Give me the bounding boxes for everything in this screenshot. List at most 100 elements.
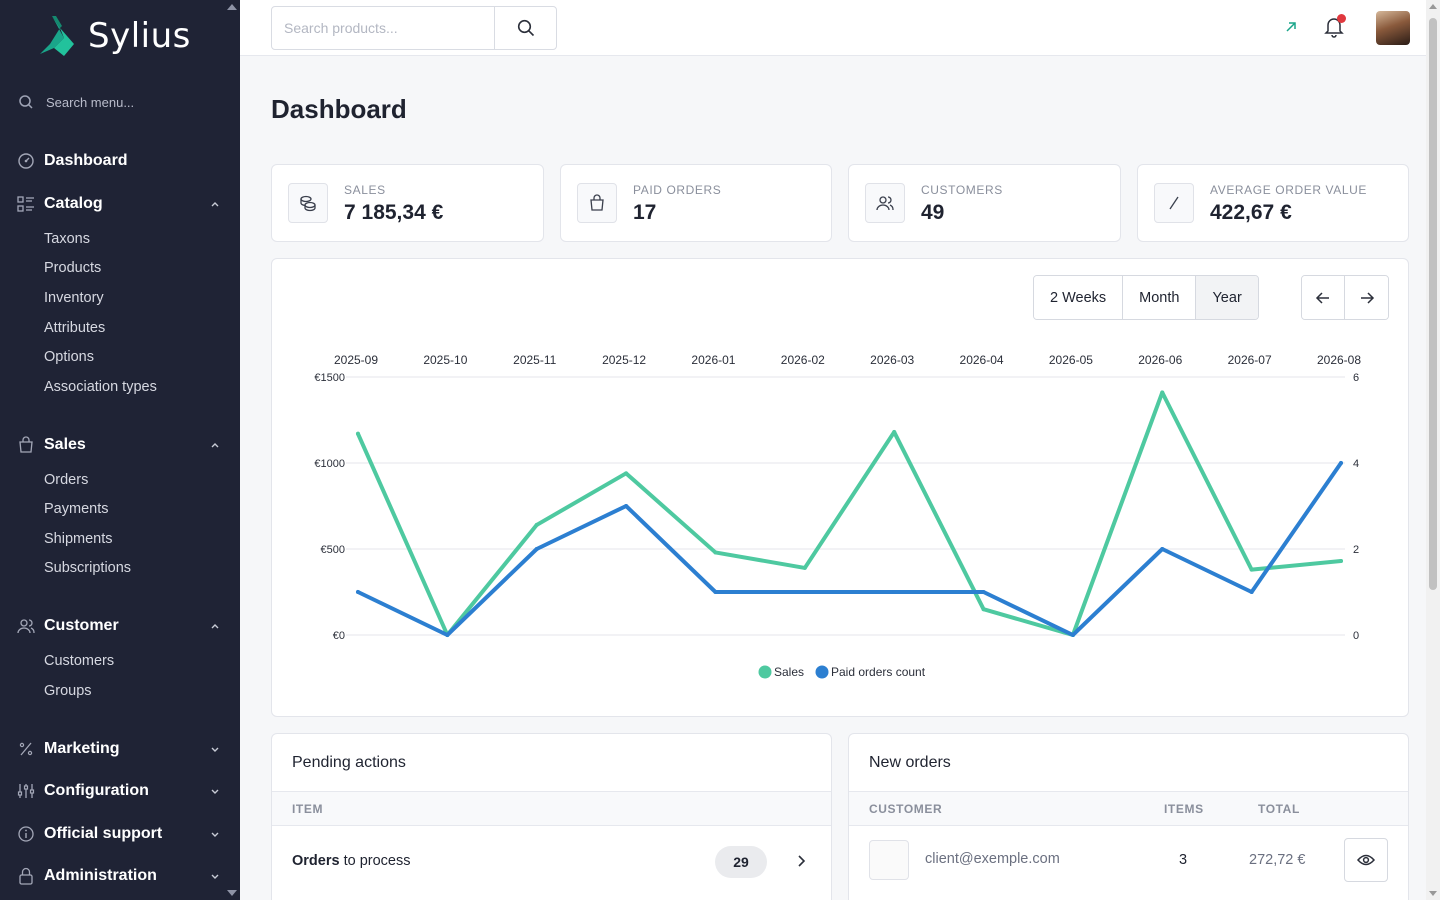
data-point: [1339, 559, 1343, 564]
column-header-items: ITEMS: [1164, 802, 1204, 816]
sidebar-section-sales[interactable]: Sales: [16, 432, 222, 458]
legend-swatch: [758, 665, 772, 679]
x-tick-label: 2026-08: [1317, 353, 1361, 367]
sidebar-item-products[interactable]: Products: [44, 260, 101, 276]
sidebar-section-label: Marketing: [44, 740, 120, 757]
chevron-down-icon[interactable]: [208, 869, 222, 883]
sidebar-item-attributes[interactable]: Attributes: [44, 320, 105, 336]
pending-action-label[interactable]: Orders to process: [292, 853, 410, 869]
panel-title: Pending actions: [292, 754, 406, 771]
data-point: [1160, 390, 1165, 395]
sales-chart-card: 2 Weeks Month Year €0 €500 €1000 €1500 0 2 4 6 2…: [271, 258, 1409, 717]
sidebar-section-label: Official support: [44, 825, 163, 842]
stat-label: PAID ORDERS: [633, 183, 722, 197]
sidebar-item-orders[interactable]: Orders: [44, 472, 88, 488]
sidebar-section-label: Customer: [44, 617, 119, 634]
chevron-down-icon[interactable]: [208, 827, 222, 841]
sidebar-scroll-up-arrow[interactable]: [227, 4, 237, 10]
dashboard-icon: [16, 151, 36, 171]
sidebar-section-customer[interactable]: Customer: [16, 613, 222, 639]
order-customer-email[interactable]: client@exemple.com: [925, 851, 1060, 867]
search-icon: [19, 95, 33, 109]
chevron-down-icon[interactable]: [208, 784, 222, 798]
sidebar-item-taxons[interactable]: Taxons: [44, 231, 90, 247]
sidebar-section-label: Sales: [44, 436, 86, 453]
data-point: [356, 590, 360, 594]
arrow-up-right-icon: [1286, 22, 1296, 32]
sidebar-scroll-down-arrow[interactable]: [227, 890, 237, 896]
sidebar-section-marketing[interactable]: Marketing: [16, 736, 222, 762]
y-right-tick-label: 2: [1353, 544, 1359, 556]
sidebar-item-association-types[interactable]: Association types: [44, 379, 157, 395]
data-point: [981, 590, 986, 594]
slash-icon: [1154, 183, 1194, 223]
data-point: [892, 430, 897, 435]
pending-count-badge: 29: [715, 846, 767, 878]
chevron-right-icon[interactable]: [794, 853, 808, 869]
x-tick-label: 2026-04: [960, 353, 1004, 367]
view-order-button[interactable]: [1344, 838, 1388, 882]
data-point: [713, 590, 718, 594]
scrollbar-thumb[interactable]: [1429, 18, 1437, 590]
sidebar-section-official-support[interactable]: Official support: [16, 821, 222, 847]
panel-title: New orders: [869, 754, 951, 771]
search-button[interactable]: [494, 7, 556, 49]
sidebar-item-subscriptions[interactable]: Subscriptions: [44, 560, 131, 576]
sidebar-item-options[interactable]: Options: [44, 349, 94, 365]
stat-card-customers: CUSTOMERS 49: [848, 164, 1121, 242]
sliders-icon: [16, 781, 36, 801]
page-scrollbar[interactable]: [1426, 0, 1440, 900]
sidebar-search-input[interactable]: [46, 94, 206, 110]
scroll-down-arrow[interactable]: [1429, 891, 1437, 896]
product-search: [271, 6, 557, 50]
sidebar-section-label: Configuration: [44, 782, 149, 799]
x-tick-label: 2026-02: [781, 353, 825, 367]
x-tick-label: 2025-09: [334, 353, 378, 367]
sidebar-section-administration[interactable]: Administration: [16, 863, 222, 889]
product-search-input[interactable]: [272, 7, 494, 49]
shopping-bag-icon: [16, 435, 36, 455]
notifications-button[interactable]: [1324, 14, 1346, 40]
table-header: ITEM: [272, 791, 831, 826]
pending-action-label-rest: to process: [339, 853, 411, 869]
sidebar-item-customers[interactable]: Customers: [44, 653, 114, 669]
sidebar-section-configuration[interactable]: Configuration: [16, 778, 222, 804]
x-tick-label: 2025-10: [423, 353, 467, 367]
sidebar-item-inventory[interactable]: Inventory: [44, 290, 104, 306]
page-title: Dashboard: [271, 94, 407, 124]
users-icon: [16, 616, 36, 636]
users-icon: [865, 183, 905, 223]
y-left-tick-label: €1000: [314, 458, 345, 470]
logo[interactable]: Sylius: [38, 14, 191, 58]
y-left-tick-label: €1500: [314, 372, 345, 384]
data-point: [1249, 590, 1254, 594]
x-tick-label: 2026-05: [1049, 353, 1093, 367]
data-point: [624, 504, 629, 508]
scroll-up-arrow[interactable]: [1429, 4, 1437, 9]
sidebar-item-payments[interactable]: Payments: [44, 501, 108, 517]
table-header: CUSTOMER ITEMS TOTAL: [849, 791, 1408, 826]
avatar[interactable]: [1376, 11, 1410, 45]
sidebar-section-catalog[interactable]: Catalog: [16, 191, 222, 217]
chevron-down-icon[interactable]: [208, 742, 222, 756]
stat-label: CUSTOMERS: [921, 183, 1003, 197]
sidebar: Sylius Dashboard Catalog Taxons Products…: [0, 0, 240, 900]
sidebar-item-shipments[interactable]: Shipments: [44, 531, 113, 547]
sidebar-item-dashboard[interactable]: Dashboard: [16, 148, 222, 174]
sidebar-item-groups[interactable]: Groups: [44, 683, 92, 699]
sidebar-search[interactable]: [18, 90, 218, 114]
notification-badge: [1337, 14, 1346, 23]
stat-value: 17: [633, 201, 657, 224]
chevron-up-icon[interactable]: [208, 438, 222, 452]
data-point: [713, 550, 718, 555]
legend-label: Paid orders count: [831, 665, 926, 679]
y-left-tick-label: €0: [333, 630, 345, 642]
pending-actions-panel: Pending actions ITEM Orders to process 2…: [271, 733, 832, 900]
open-shop-link[interactable]: [1282, 18, 1300, 36]
chevron-up-icon[interactable]: [208, 619, 222, 633]
stat-value: 49: [921, 201, 945, 224]
stat-value: 7 185,34 €: [344, 201, 444, 224]
y-right-tick-label: 4: [1353, 458, 1359, 470]
stat-card-sales: SALES 7 185,34 €: [271, 164, 544, 242]
chevron-up-icon[interactable]: [208, 197, 222, 211]
